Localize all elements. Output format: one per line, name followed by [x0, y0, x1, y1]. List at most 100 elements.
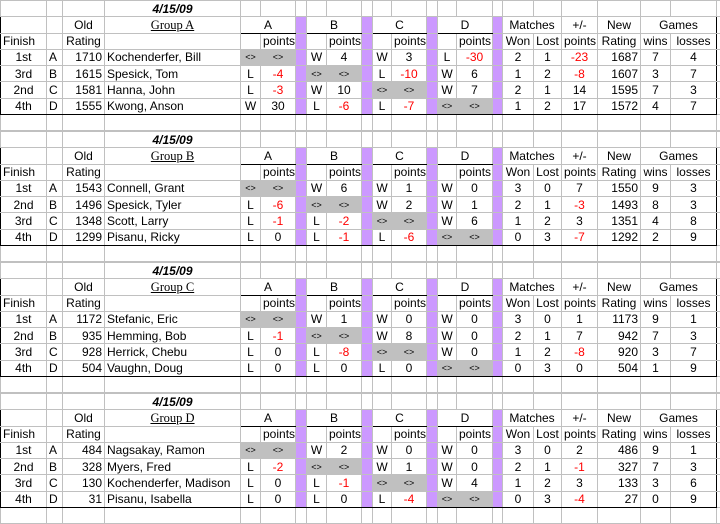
- finish-header[interactable]: Finish: [1, 164, 47, 180]
- games-header[interactable]: Games: [641, 148, 717, 164]
- matches-won[interactable]: 2: [503, 49, 534, 65]
- games-wins[interactable]: 8: [641, 197, 671, 213]
- cell[interactable]: [1, 394, 47, 410]
- matches-won[interactable]: 2: [503, 82, 534, 98]
- games-wins[interactable]: 3: [641, 344, 671, 360]
- seed-letter[interactable]: B: [47, 459, 63, 475]
- seed-letter[interactable]: C: [47, 213, 63, 229]
- points-header[interactable]: points: [327, 33, 362, 49]
- new-header[interactable]: New: [598, 410, 641, 426]
- match-result[interactable]: L: [438, 49, 457, 65]
- match-result[interactable]: L: [307, 475, 327, 491]
- games-losses[interactable]: 3: [671, 197, 717, 213]
- column-divider[interactable]: [296, 98, 307, 114]
- games-wins[interactable]: 4: [641, 213, 671, 229]
- column-divider[interactable]: [362, 442, 373, 458]
- match-result[interactable]: L: [241, 66, 261, 82]
- cell[interactable]: [717, 491, 720, 507]
- won-header[interactable]: Won: [503, 164, 534, 180]
- cell[interactable]: [307, 245, 327, 261]
- cell[interactable]: [493, 376, 503, 392]
- column-divider[interactable]: [493, 279, 503, 295]
- points-header[interactable]: points: [392, 295, 427, 311]
- cell[interactable]: [105, 245, 241, 261]
- opponent-header-A[interactable]: A: [241, 410, 296, 426]
- column-divider[interactable]: [493, 295, 503, 311]
- cell[interactable]: [641, 1, 671, 17]
- cell[interactable]: [261, 507, 296, 523]
- match-result[interactable]: W: [241, 98, 261, 114]
- self-match-marker[interactable]: <>: [261, 442, 296, 458]
- cell[interactable]: [307, 132, 327, 148]
- column-divider[interactable]: [427, 82, 438, 98]
- match-result[interactable]: W: [307, 49, 327, 65]
- matches-lost[interactable]: 2: [534, 213, 562, 229]
- column-divider[interactable]: [362, 17, 373, 33]
- group-title[interactable]: Group B: [105, 148, 241, 164]
- old-header[interactable]: Old: [63, 410, 105, 426]
- points-diff[interactable]: -8: [562, 344, 598, 360]
- seed-letter[interactable]: A: [47, 311, 63, 327]
- match-points[interactable]: 0: [457, 442, 493, 458]
- cell[interactable]: [598, 263, 641, 279]
- group-title[interactable]: Group D: [105, 410, 241, 426]
- plusminus-header[interactable]: +/-: [562, 410, 598, 426]
- cell[interactable]: [373, 426, 392, 442]
- match-points[interactable]: 7: [457, 82, 493, 98]
- column-divider[interactable]: [427, 148, 438, 164]
- cell[interactable]: [717, 376, 720, 392]
- cell[interactable]: [241, 394, 261, 410]
- games-losses[interactable]: 6: [671, 475, 717, 491]
- player-name[interactable]: Connell, Grant: [105, 180, 241, 196]
- new-rating[interactable]: 1687: [598, 49, 641, 65]
- matches-lost[interactable]: 0: [534, 311, 562, 327]
- matches-lost[interactable]: 1: [534, 328, 562, 344]
- column-divider[interactable]: [427, 279, 438, 295]
- cell[interactable]: [598, 132, 641, 148]
- match-points[interactable]: -3: [261, 82, 296, 98]
- opponent-header-A[interactable]: A: [241, 279, 296, 295]
- cell[interactable]: [534, 394, 562, 410]
- self-match-marker[interactable]: <>: [241, 180, 261, 196]
- cell[interactable]: [503, 114, 534, 130]
- column-divider[interactable]: [362, 328, 373, 344]
- opponent-header-C[interactable]: C: [373, 410, 427, 426]
- match-points[interactable]: -4: [392, 491, 427, 507]
- cell[interactable]: [296, 394, 307, 410]
- match-points[interactable]: -1: [327, 475, 362, 491]
- cell[interactable]: [373, 376, 392, 392]
- finish-header[interactable]: Finish: [1, 426, 47, 442]
- lost-header[interactable]: Lost: [534, 33, 562, 49]
- match-result[interactable]: L: [241, 475, 261, 491]
- new-rating[interactable]: 1173: [598, 311, 641, 327]
- old-rating[interactable]: 328: [63, 459, 105, 475]
- finish[interactable]: 2nd: [1, 82, 47, 98]
- cell[interactable]: [717, 17, 720, 33]
- points-header[interactable]: points: [562, 164, 598, 180]
- new-rating[interactable]: 1550: [598, 180, 641, 196]
- cell[interactable]: [717, 410, 720, 426]
- match-result[interactable]: L: [241, 82, 261, 98]
- cell[interactable]: [307, 33, 327, 49]
- cell[interactable]: [241, 376, 261, 392]
- plusminus-header[interactable]: +/-: [562, 148, 598, 164]
- matches-won[interactable]: 3: [503, 442, 534, 458]
- column-divider[interactable]: [493, 197, 503, 213]
- cell[interactable]: [327, 263, 362, 279]
- cell[interactable]: [47, 33, 63, 49]
- match-result[interactable]: L: [307, 491, 327, 507]
- cell[interactable]: [241, 245, 261, 261]
- match-result[interactable]: W: [438, 82, 457, 98]
- rating-header[interactable]: Rating: [598, 164, 641, 180]
- column-divider[interactable]: [427, 442, 438, 458]
- points-header[interactable]: points: [327, 164, 362, 180]
- opponent-header-B[interactable]: B: [307, 410, 362, 426]
- cell[interactable]: [717, 213, 720, 229]
- old-rating[interactable]: 928: [63, 344, 105, 360]
- cell[interactable]: [457, 245, 493, 261]
- games-wins[interactable]: 7: [641, 49, 671, 65]
- matches-lost[interactable]: 3: [534, 360, 562, 376]
- column-divider[interactable]: [493, 49, 503, 65]
- games-losses[interactable]: 4: [671, 49, 717, 65]
- games-wins[interactable]: 7: [641, 328, 671, 344]
